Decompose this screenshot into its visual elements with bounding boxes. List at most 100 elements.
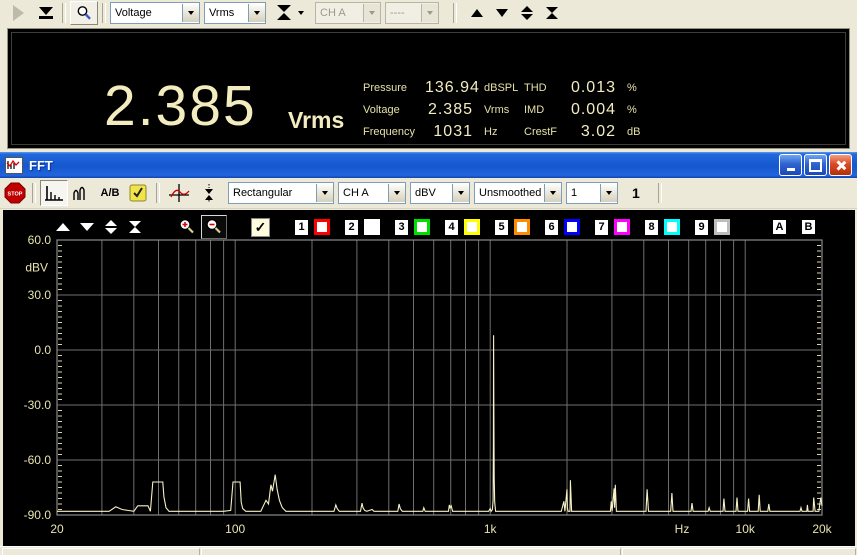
shift-down-button[interactable] [79, 223, 94, 231]
settings-button[interactable] [124, 180, 152, 206]
fft-channel-select[interactable]: CH A [338, 182, 406, 204]
overlay-checkbox-1[interactable] [314, 219, 330, 235]
overlay-number-6: 6 [543, 218, 560, 237]
close-button[interactable] [829, 154, 852, 176]
overlay-number-8: 8 [643, 218, 660, 237]
compress-dropdown-button[interactable] [295, 2, 307, 24]
overlay-number-3: 3 [393, 218, 410, 237]
play-icon [13, 5, 24, 21]
up-triangle-icon [471, 9, 483, 17]
app-root: Voltage Vrms CH A ---- [0, 0, 857, 555]
window-buttons [779, 154, 852, 176]
svg-text:30.0: 30.0 [28, 288, 52, 302]
averaging-select[interactable]: 1 [566, 182, 618, 204]
overlay-checkbox-6[interactable] [564, 219, 580, 235]
svg-text:0.0: 0.0 [34, 343, 51, 357]
stop-button[interactable]: STOP [2, 180, 28, 206]
svg-text:STOP: STOP [8, 192, 23, 198]
maximize-button[interactable] [804, 154, 827, 176]
chevron-down-icon[interactable] [452, 184, 469, 202]
reading-row: Voltage 2.385 Vrms [363, 99, 518, 121]
scale-up-button[interactable] [467, 2, 487, 24]
current-curve-checkbox[interactable]: ✓ [251, 218, 270, 237]
octave-band-icon [72, 184, 92, 202]
channel-select: CH A [315, 2, 381, 24]
meter-main-unit: Vrms [288, 107, 344, 134]
separator [32, 183, 36, 203]
fit-vertical-button[interactable] [194, 180, 224, 206]
spectrum-mode-button[interactable] [40, 180, 68, 206]
expand-icon [105, 220, 117, 226]
chevron-down-icon[interactable] [544, 184, 561, 202]
overlay-row: 123456789AB [293, 218, 829, 237]
separator [453, 3, 457, 23]
up-triangle-icon [56, 223, 70, 231]
memory-button-B[interactable]: B [800, 218, 817, 236]
overlay-number-7: 7 [593, 218, 610, 237]
overlay-number-5: 5 [493, 218, 510, 237]
fft-window-icon [5, 157, 23, 174]
fft-window-select[interactable]: Rectangular [228, 182, 334, 204]
overlay-checkbox-3[interactable] [414, 219, 430, 235]
svg-text:100: 100 [225, 522, 245, 536]
reading-row: Pressure 136.94 dBSPL [363, 77, 518, 99]
smoothing-select[interactable]: Unsmoothed [474, 182, 562, 204]
separator [62, 3, 66, 23]
expand-scale-button[interactable] [103, 220, 118, 234]
unit-select[interactable]: Vrms [204, 2, 266, 24]
readings-group-right: THD 0.013 % IMD 0.004 % CrestF 3.02 dB [524, 77, 640, 143]
statusbar-segment [622, 548, 856, 555]
minimize-button[interactable] [779, 154, 802, 176]
close-icon [835, 160, 846, 171]
shift-up-button[interactable] [55, 223, 70, 231]
overlay-number-4: 4 [443, 218, 460, 237]
cursor-marker-button[interactable] [164, 180, 194, 206]
overlay-checkbox-5[interactable] [514, 219, 530, 235]
svg-text:Hz: Hz [675, 522, 690, 536]
memory-button-A[interactable]: A [771, 218, 788, 236]
octave-band-mode-button[interactable] [68, 180, 96, 206]
compress-range-button[interactable] [273, 2, 295, 24]
average-count-value: 1 [632, 185, 640, 201]
svg-text:-30.0: -30.0 [24, 398, 52, 412]
fft-window: FFT STOP [0, 152, 857, 555]
fft-titlebar[interactable]: FFT [0, 152, 857, 178]
chevron-down-icon[interactable] [316, 184, 333, 202]
compress-scale-button[interactable] [127, 221, 142, 233]
fft-toolbar: STOP A/B [0, 178, 857, 209]
graph-header: ✓ 123456789AB [55, 217, 829, 237]
overlay-checkbox-4[interactable] [464, 219, 480, 235]
svg-text:20: 20 [50, 522, 64, 536]
window-border-left [0, 210, 3, 546]
zoom-in-button[interactable] [175, 216, 199, 238]
quantity-select[interactable]: Voltage [110, 2, 200, 24]
zoom-out-button[interactable] [201, 215, 227, 239]
overlay-checkbox-7[interactable] [614, 219, 630, 235]
meter-main-value: 2.385 [104, 73, 257, 139]
scale-down-button[interactable] [492, 2, 512, 24]
skip-to-end-button[interactable] [34, 2, 58, 24]
zoom-in-icon [178, 218, 196, 236]
hourglass-icon [546, 7, 558, 19]
statusbar-segment [201, 548, 621, 555]
ab-compare-button[interactable]: A/B [96, 180, 124, 206]
collapse-range-button[interactable] [542, 2, 562, 24]
chevron-down-icon[interactable] [248, 4, 265, 22]
chevron-down-icon[interactable] [388, 184, 405, 202]
play-button[interactable] [6, 2, 30, 24]
expand-range-button[interactable] [517, 2, 537, 24]
down-triangle-icon [496, 9, 508, 17]
chevron-down-icon[interactable] [600, 184, 617, 202]
fft-unit-select[interactable]: dBV [410, 182, 470, 204]
svg-text:-60.0: -60.0 [24, 453, 52, 467]
overlay-checkbox-9[interactable] [714, 219, 730, 235]
overlay-checkbox-2[interactable] [364, 219, 380, 235]
statusbar [0, 546, 857, 555]
chevron-down-icon[interactable] [182, 4, 199, 22]
overlay-checkbox-8[interactable] [664, 219, 680, 235]
down-to-line-icon [39, 7, 53, 19]
separator [658, 183, 662, 203]
magnifier-button[interactable] [70, 1, 98, 25]
svg-text:10k: 10k [736, 522, 756, 536]
separator [156, 183, 160, 203]
